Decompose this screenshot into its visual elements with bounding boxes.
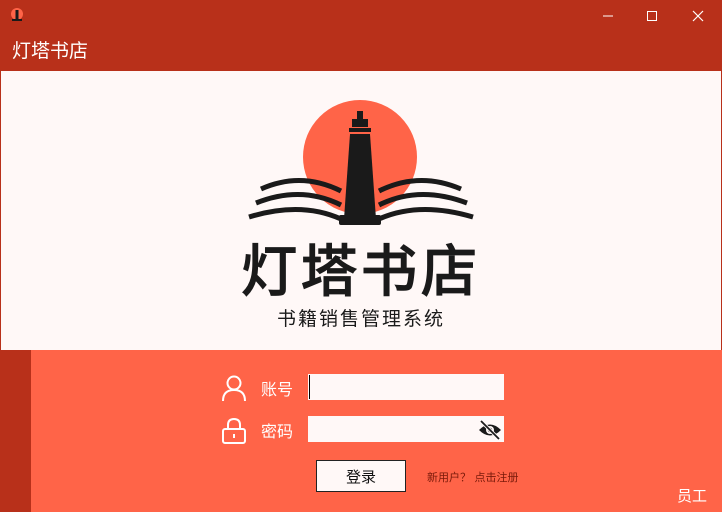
close-button[interactable] [675,0,721,31]
close-icon [692,10,704,21]
side-strip [0,350,31,512]
page-title: 灯塔书店 [12,40,89,62]
maximize-icon [647,10,657,21]
password-input[interactable] [308,416,504,442]
user-icon [222,375,246,402]
lighthouse-icon [11,8,23,21]
text-caret [309,375,310,399]
logo-subtitle: 书籍销售管理系统 [276,308,445,330]
account-input[interactable] [308,374,504,400]
login-button[interactable]: 登录 [316,460,406,492]
window-titlebar [0,0,722,31]
password-label: 密码 [261,422,294,441]
minimize-button[interactable] [585,0,631,31]
lighthouse-logo [248,100,474,225]
account-label: 账号 [261,380,294,399]
minimize-icon [603,15,613,16]
maximize-button[interactable] [629,0,675,31]
logo-name: 灯塔书店 [241,240,481,305]
lock-icon [222,417,246,444]
logo-banner: 灯塔书店 书籍销售管理系统 [1,71,721,350]
register-link[interactable]: 新用户？ 点击注册 [427,471,519,485]
eye-off-icon[interactable] [478,420,502,440]
role-label[interactable]: 员工 [677,486,707,506]
app-header: 灯塔书店 [0,31,722,71]
